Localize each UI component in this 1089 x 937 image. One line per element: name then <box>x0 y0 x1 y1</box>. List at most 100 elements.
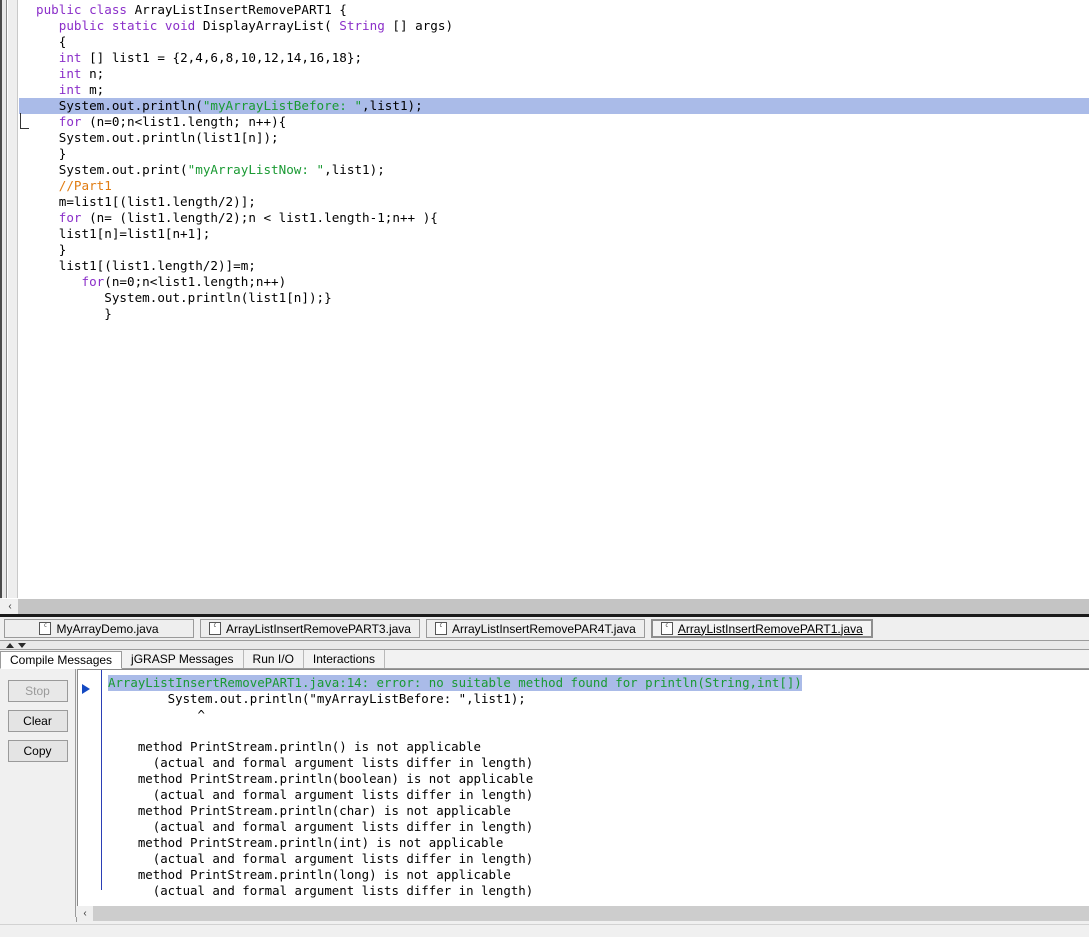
code-token-kw: int <box>58 66 90 81</box>
code-line[interactable]: int m; <box>19 82 1089 98</box>
code-token-kw: public <box>36 2 90 17</box>
code-token-pl: System.out.println(list1[n]);} <box>36 290 332 305</box>
compiler-output-text[interactable]: ArrayListInsertRemovePART1.java:14: erro… <box>108 675 802 899</box>
code-token-pl: System.out.println( <box>36 98 203 113</box>
file-tab-label: MyArrayDemo.java <box>56 621 159 636</box>
message-horizontal-scrollbar[interactable]: ‹ <box>77 906 1089 921</box>
java-file-icon: C <box>434 622 447 635</box>
file-tab-2[interactable]: C ArrayListInsertRemovePAR4T.java <box>425 619 645 638</box>
code-token-kw: String <box>339 18 393 33</box>
code-token-pl: } <box>36 306 112 321</box>
code-token-kw: for <box>81 274 105 289</box>
stop-button: Stop <box>7 680 68 702</box>
splitter-down-arrow-icon[interactable] <box>18 642 26 648</box>
splitter-up-arrow-icon[interactable] <box>6 642 14 648</box>
copy-button[interactable]: Copy <box>7 740 68 762</box>
code-line[interactable]: System.out.println("myArrayListBefore: "… <box>19 98 1089 114</box>
code-token-pl: ,list1); <box>324 162 385 177</box>
code-token-pl: [] args) <box>392 18 454 33</box>
code-line[interactable]: //Part1 <box>19 178 1089 194</box>
compile-messages-panel: Stop Clear Copy ArrayListInsertRemovePART1… <box>0 669 1089 937</box>
file-tab-label: ArrayListInsertRemovePART1.java <box>677 621 863 636</box>
code-token-pl: [] list1 = {2,4,6,8,10,12,14,16,18}; <box>89 50 363 65</box>
message-tab-0[interactable]: Compile Messages <box>0 651 123 669</box>
code-line[interactable]: for(n=0;n<list1.length;n++) <box>19 274 1089 290</box>
code-token-kw: for <box>58 210 90 225</box>
status-bar <box>0 924 1089 937</box>
file-tab-3[interactable]: C ArrayListInsertRemovePART1.java <box>650 619 873 638</box>
code-token-kw: int <box>58 82 90 97</box>
code-line[interactable]: } <box>19 242 1089 258</box>
clear-button[interactable]: Clear <box>7 710 68 732</box>
error-marker[interactable] <box>82 681 96 695</box>
code-line[interactable]: } <box>19 146 1089 162</box>
code-line[interactable]: System.out.println(list1[n]);} <box>19 290 1089 306</box>
file-tab-0[interactable]: C MyArrayDemo.java <box>4 619 194 638</box>
message-line: (actual and formal argument lists differ… <box>108 787 534 802</box>
code-line[interactable]: System.out.print("myArrayListNow: ",list… <box>19 162 1089 178</box>
code-token-cmt: //Part1 <box>36 178 112 193</box>
code-line[interactable]: for (n= (list1.length/2);n < list1.lengt… <box>19 210 1089 226</box>
java-file-icon: C <box>39 622 52 635</box>
java-file-icon: C <box>660 622 673 635</box>
code-editor-pane[interactable]: public class ArrayListInsertRemovePART1 … <box>0 0 1089 598</box>
code-token-kw: class <box>89 2 135 17</box>
message-line: (actual and formal argument lists differ… <box>108 755 534 770</box>
message-tab-1[interactable]: jGRASP Messages <box>122 650 244 668</box>
code-line[interactable]: { <box>19 34 1089 50</box>
message-button-column[interactable]: Stop Clear Copy <box>0 669 76 917</box>
error-headline[interactable]: ArrayListInsertRemovePART1.java:14: erro… <box>108 675 802 691</box>
code-line[interactable]: list1[n]=list1[n+1]; <box>19 226 1089 242</box>
code-token-pl: ,list1); <box>362 98 423 113</box>
code-token-pl: n; <box>89 66 105 81</box>
code-line[interactable]: int [] list1 = {2,4,6,8,10,12,14,16,18}; <box>19 50 1089 66</box>
code-line[interactable]: public class ArrayListInsertRemovePART1 … <box>19 2 1089 18</box>
code-token-pl: System.out.print( <box>36 162 188 177</box>
panel-splitter[interactable] <box>0 641 1089 650</box>
message-scroll-thumb[interactable] <box>94 906 1089 921</box>
code-token-kw: for <box>58 114 90 129</box>
code-token-pl: (n=0;n<list1.length; n++){ <box>89 114 287 129</box>
editor-gutter[interactable] <box>8 0 18 598</box>
code-token-pl: } <box>36 146 67 161</box>
message-line: (actual and formal argument lists differ… <box>108 883 534 898</box>
message-gutter-line <box>101 670 102 890</box>
play-triangle-icon <box>82 684 90 694</box>
source-code-text[interactable]: public class ArrayListInsertRemovePART1 … <box>19 2 1089 322</box>
code-token-pl: ArrayListInsertRemovePART1 { <box>134 2 347 17</box>
code-line[interactable]: list1[(list1.length/2)]=m; <box>19 258 1089 274</box>
code-token-pl: { <box>36 34 67 49</box>
editor-horizontal-scrollbar[interactable]: ‹ <box>2 598 1089 614</box>
scroll-left-icon[interactable]: ‹ <box>2 599 18 614</box>
message-line: (actual and formal argument lists differ… <box>108 851 534 866</box>
message-tab-2[interactable]: Run I/O <box>243 650 304 668</box>
code-token-pl: System.out.println(list1[n]); <box>36 130 279 145</box>
code-token-pl: (n= (list1.length/2);n < list1.length-1;… <box>89 210 438 225</box>
code-token-pl: m=list1[(list1.length/2)]; <box>36 194 256 209</box>
code-token-kw: public static void <box>58 18 203 33</box>
error-headline-text: ArrayListInsertRemovePART1.java:14: erro… <box>108 675 802 691</box>
editor-left-rail <box>0 0 7 598</box>
message-tab-3[interactable]: Interactions <box>303 650 385 668</box>
code-line[interactable]: System.out.println(list1[n]); <box>19 130 1089 146</box>
code-line[interactable]: public static void DisplayArrayList( Str… <box>19 18 1089 34</box>
message-scroll-left-icon[interactable]: ‹ <box>77 906 93 921</box>
code-line[interactable]: int n; <box>19 66 1089 82</box>
code-token-pl: } <box>36 242 67 257</box>
code-fold-bracket-icon[interactable] <box>20 113 29 129</box>
message-line <box>108 723 802 739</box>
code-token-pl: DisplayArrayList( <box>202 18 340 33</box>
code-line[interactable]: m=list1[(list1.length/2)]; <box>19 194 1089 210</box>
editor-scroll-thumb[interactable] <box>19 599 1089 614</box>
code-line[interactable]: } <box>19 306 1089 322</box>
panel-bottom-left-fill <box>0 917 77 922</box>
file-tab-bar[interactable]: C MyArrayDemo.java C ArrayListInsertRemoveP… <box>0 617 1089 641</box>
file-tab-1[interactable]: C ArrayListInsertRemovePART3.java <box>200 619 420 638</box>
message-tab-bar[interactable]: Compile Messages jGRASP Messages Run I/O In… <box>0 650 1089 669</box>
code-line[interactable]: for (n=0;n<list1.length; n++){ <box>19 114 1089 130</box>
